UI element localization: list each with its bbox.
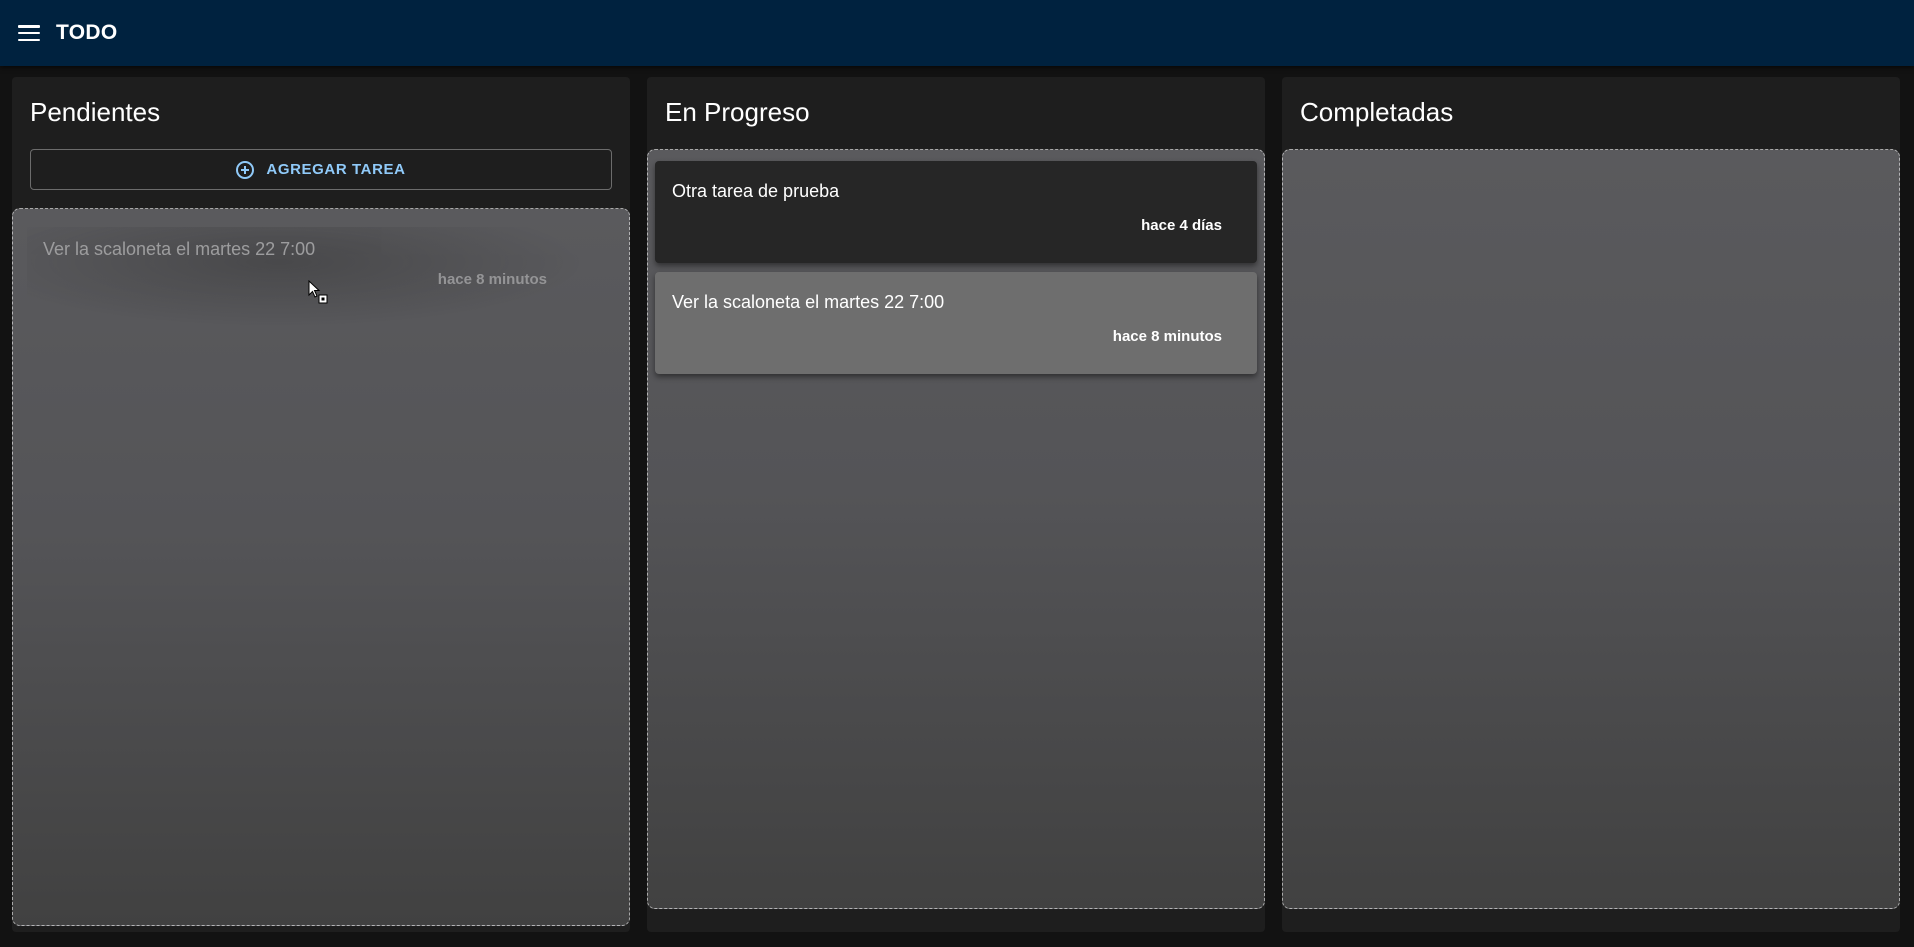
card-text: Otra tarea de prueba bbox=[672, 181, 840, 201]
card-time: hace 8 minutos bbox=[437, 271, 547, 288]
app-title: TODO bbox=[56, 21, 118, 44]
menu-icon[interactable] bbox=[18, 25, 40, 41]
card-time: hace 4 días bbox=[1141, 217, 1222, 234]
column-title: Completadas bbox=[1300, 97, 1454, 127]
add-task-label: AGREGAR TAREA bbox=[266, 161, 406, 178]
dropzone-en-progreso[interactable]: Otra tarea de prueba hace 4 días Ver la … bbox=[647, 149, 1265, 909]
task-card[interactable]: Otra tarea de prueba hace 4 días bbox=[655, 161, 1257, 263]
dropzone-completadas[interactable] bbox=[1282, 149, 1900, 909]
task-card[interactable]: Ver la scaloneta el martes 22 7:00 hace … bbox=[655, 272, 1257, 374]
app-bar: TODO bbox=[0, 0, 1914, 66]
card-text: Ver la scaloneta el martes 22 7:00 bbox=[672, 292, 945, 312]
dragging-card-ghost[interactable]: Ver la scaloneta el martes 22 7:00 hace … bbox=[27, 227, 587, 327]
add-circle-icon bbox=[236, 160, 255, 179]
column-en-progreso: En Progreso Otra tarea de prueba hace 4 … bbox=[647, 77, 1265, 932]
dropzone-pendientes[interactable]: Ver la scaloneta el martes 22 7:00 hace … bbox=[12, 208, 630, 926]
column-title: Pendientes bbox=[30, 97, 161, 127]
column-pendientes: Pendientes AGREGAR TAREA Ver la scalonet… bbox=[12, 77, 630, 932]
card-time: hace 8 minutos bbox=[1112, 328, 1222, 345]
card-text: Ver la scaloneta el martes 22 7:00 bbox=[43, 239, 316, 259]
column-title: En Progreso bbox=[665, 97, 810, 127]
column-completadas: Completadas bbox=[1282, 77, 1900, 932]
add-task-button[interactable]: AGREGAR TAREA bbox=[30, 149, 612, 190]
drag-cursor-icon bbox=[308, 280, 328, 304]
